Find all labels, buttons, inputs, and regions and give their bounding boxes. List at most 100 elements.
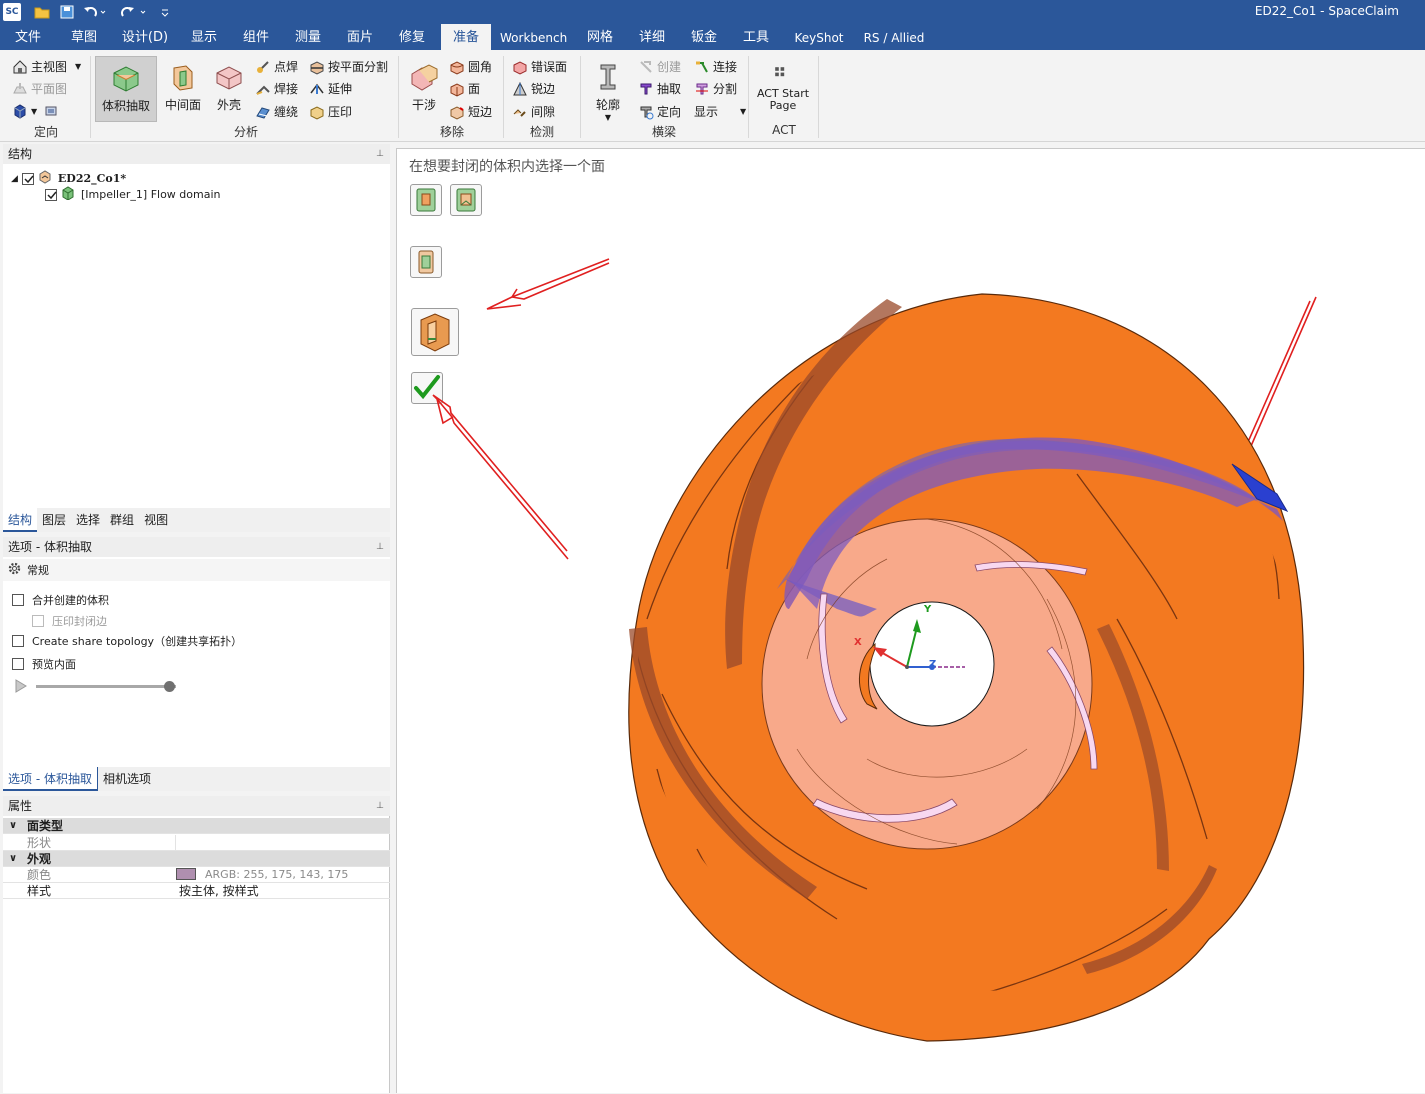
group-separator	[90, 56, 91, 138]
root-checkbox[interactable]	[21, 172, 34, 185]
menu-display[interactable]: 显示	[182, 24, 226, 50]
prop-row-color: 颜色 ARGB: 255, 175, 143, 175	[3, 867, 390, 883]
prop-group-appearance[interactable]: ∨ 外观	[3, 851, 390, 867]
share-topology-option[interactable]: Create share topology（创建共享拓扑）	[12, 633, 242, 649]
redo-icon[interactable]	[118, 3, 150, 21]
view-cube-button[interactable]: ▼	[12, 103, 62, 119]
style-value[interactable]: 按主体, 按样式	[179, 883, 259, 899]
weld-button[interactable]: 焊接	[255, 80, 298, 97]
wrap-label: 缠绕	[274, 105, 299, 119]
pin-icon[interactable]: ⊥	[376, 144, 384, 164]
imprint-edge-checkbox[interactable]	[32, 615, 44, 627]
gap-icon	[512, 104, 528, 120]
gap-label: 间隙	[531, 105, 556, 119]
share-topology-checkbox[interactable]	[12, 635, 24, 647]
extend-button[interactable]: 延伸	[309, 80, 352, 97]
chevron-down-icon[interactable]: ▼	[605, 113, 611, 122]
prop-group-face-type[interactable]: ∨ 面类型	[3, 818, 390, 834]
preview-checkbox[interactable]	[12, 658, 24, 670]
collapse-icon[interactable]: ∨	[9, 851, 17, 867]
beam-extract-button[interactable]: 抽取	[638, 80, 681, 97]
beam-split-label: 分割	[713, 82, 738, 96]
merge-volumes-checkbox[interactable]	[12, 594, 24, 606]
shell-button[interactable]: 外壳	[208, 56, 250, 122]
sharp-edge-button[interactable]: 锐边	[512, 80, 555, 97]
menu-tools[interactable]: 工具	[734, 24, 778, 50]
menu-rs-allied[interactable]: RS / Allied	[862, 24, 926, 50]
beam-orient-button[interactable]: 定向	[638, 103, 681, 120]
beam-create-button[interactable]: 创建	[638, 58, 681, 75]
menu-assembly[interactable]: 组件	[234, 24, 278, 50]
short-edge-button[interactable]: 短边	[449, 103, 492, 120]
act-start-page-button[interactable]: ACT Start Page	[754, 56, 812, 122]
expand-icon[interactable]: ◢	[11, 174, 18, 184]
shape-value[interactable]	[175, 835, 390, 850]
beam-connect-button[interactable]: 连接	[694, 58, 737, 75]
tab-selection[interactable]: 选择	[71, 508, 105, 532]
tab-structure[interactable]: 结构	[3, 508, 38, 532]
beam-split-button[interactable]: 分割	[694, 80, 737, 97]
plane-view-button[interactable]: 平面图	[12, 80, 67, 97]
menu-sketch[interactable]: 草图	[62, 24, 106, 50]
imprint-edge-option[interactable]: 压印封闭边	[32, 613, 107, 629]
group-separator	[503, 56, 504, 138]
gear-icon	[7, 561, 22, 579]
wrap-button[interactable]: 缠绕	[255, 103, 298, 120]
menu-repair[interactable]: 修复	[390, 24, 434, 50]
merge-volumes-option[interactable]: 合并创建的体积	[12, 592, 109, 608]
menu-design[interactable]: 设计(D)	[116, 24, 174, 50]
profile-button[interactable]: 轮廓 ▼	[588, 56, 628, 122]
tree-child[interactable]: [Impeller_1] Flow domain	[45, 186, 221, 203]
play-icon[interactable]	[14, 679, 28, 696]
error-face-button[interactable]: 错误面	[512, 58, 567, 75]
weld-label: 焊接	[274, 82, 299, 96]
volume-extract-button[interactable]: 体积抽取	[95, 56, 157, 122]
menu-file[interactable]: 文件	[6, 24, 50, 50]
3d-viewport[interactable]: 在想要封闭的体积内选择一个面 Y X Z	[396, 148, 1425, 1093]
preview-slider[interactable]	[36, 681, 176, 692]
collapse-icon[interactable]: ∨	[9, 818, 17, 834]
tab-layers[interactable]: 图层	[37, 508, 71, 532]
imprint-button[interactable]: 压印	[309, 103, 352, 120]
menu-prepare[interactable]: 准备	[441, 24, 491, 50]
chevron-down-icon[interactable]: ▼	[31, 107, 37, 116]
undo-icon[interactable]	[82, 3, 108, 21]
tab-options-volume-extract[interactable]: 选项 - 体积抽取	[3, 767, 97, 791]
pin-icon[interactable]: ⊥	[376, 537, 384, 557]
pin-icon[interactable]: ⊥	[376, 796, 384, 816]
menu-sheetmetal[interactable]: 钣金	[682, 24, 726, 50]
child-checkbox[interactable]	[45, 188, 57, 201]
tab-groups[interactable]: 群组	[105, 508, 139, 532]
round-button[interactable]: 圆角	[449, 58, 492, 75]
preview-option[interactable]: 预览内面	[12, 656, 76, 672]
tree-child-label: [Impeller_1] Flow domain	[81, 188, 221, 201]
tree-root[interactable]: ◢ ED22_Co1*	[11, 170, 126, 187]
main-view-button[interactable]: 主视图 ▼	[12, 58, 81, 75]
face-button[interactable]: 面	[449, 80, 480, 97]
tab-views[interactable]: 视图	[139, 508, 173, 532]
group-separator	[748, 56, 749, 138]
spot-weld-button[interactable]: 点焊	[255, 58, 298, 75]
menu-detail[interactable]: 详细	[630, 24, 674, 50]
beam-display-button[interactable]: 显示 ▼	[694, 103, 746, 120]
slider-thumb[interactable]	[164, 681, 175, 692]
color-value[interactable]: ARGB: 255, 175, 143, 175	[205, 867, 348, 883]
menu-keyshot[interactable]: KeyShot	[792, 24, 846, 50]
midsurface-button[interactable]: 中间面	[160, 56, 206, 122]
chevron-down-icon[interactable]: ▼	[740, 107, 746, 116]
open-icon[interactable]	[33, 3, 51, 21]
gap-button[interactable]: 间隙	[512, 103, 555, 120]
menu-workbench[interactable]: Workbench	[500, 24, 567, 50]
customize-icon[interactable]	[158, 3, 172, 21]
impeller-model[interactable]	[397, 149, 1425, 1094]
tab-camera-options[interactable]: 相机选项	[96, 767, 156, 791]
save-icon[interactable]	[58, 3, 76, 21]
chevron-down-icon[interactable]: ▼	[75, 62, 81, 71]
menu-measure[interactable]: 测量	[286, 24, 330, 50]
color-swatch[interactable]	[176, 868, 196, 880]
menu-facets[interactable]: 面片	[338, 24, 382, 50]
menu-mesh[interactable]: 网格	[578, 24, 622, 50]
split-by-plane-button[interactable]: 按平面分割	[309, 58, 388, 75]
interference-button[interactable]: 干涉	[404, 56, 444, 122]
group-separator	[580, 56, 581, 138]
